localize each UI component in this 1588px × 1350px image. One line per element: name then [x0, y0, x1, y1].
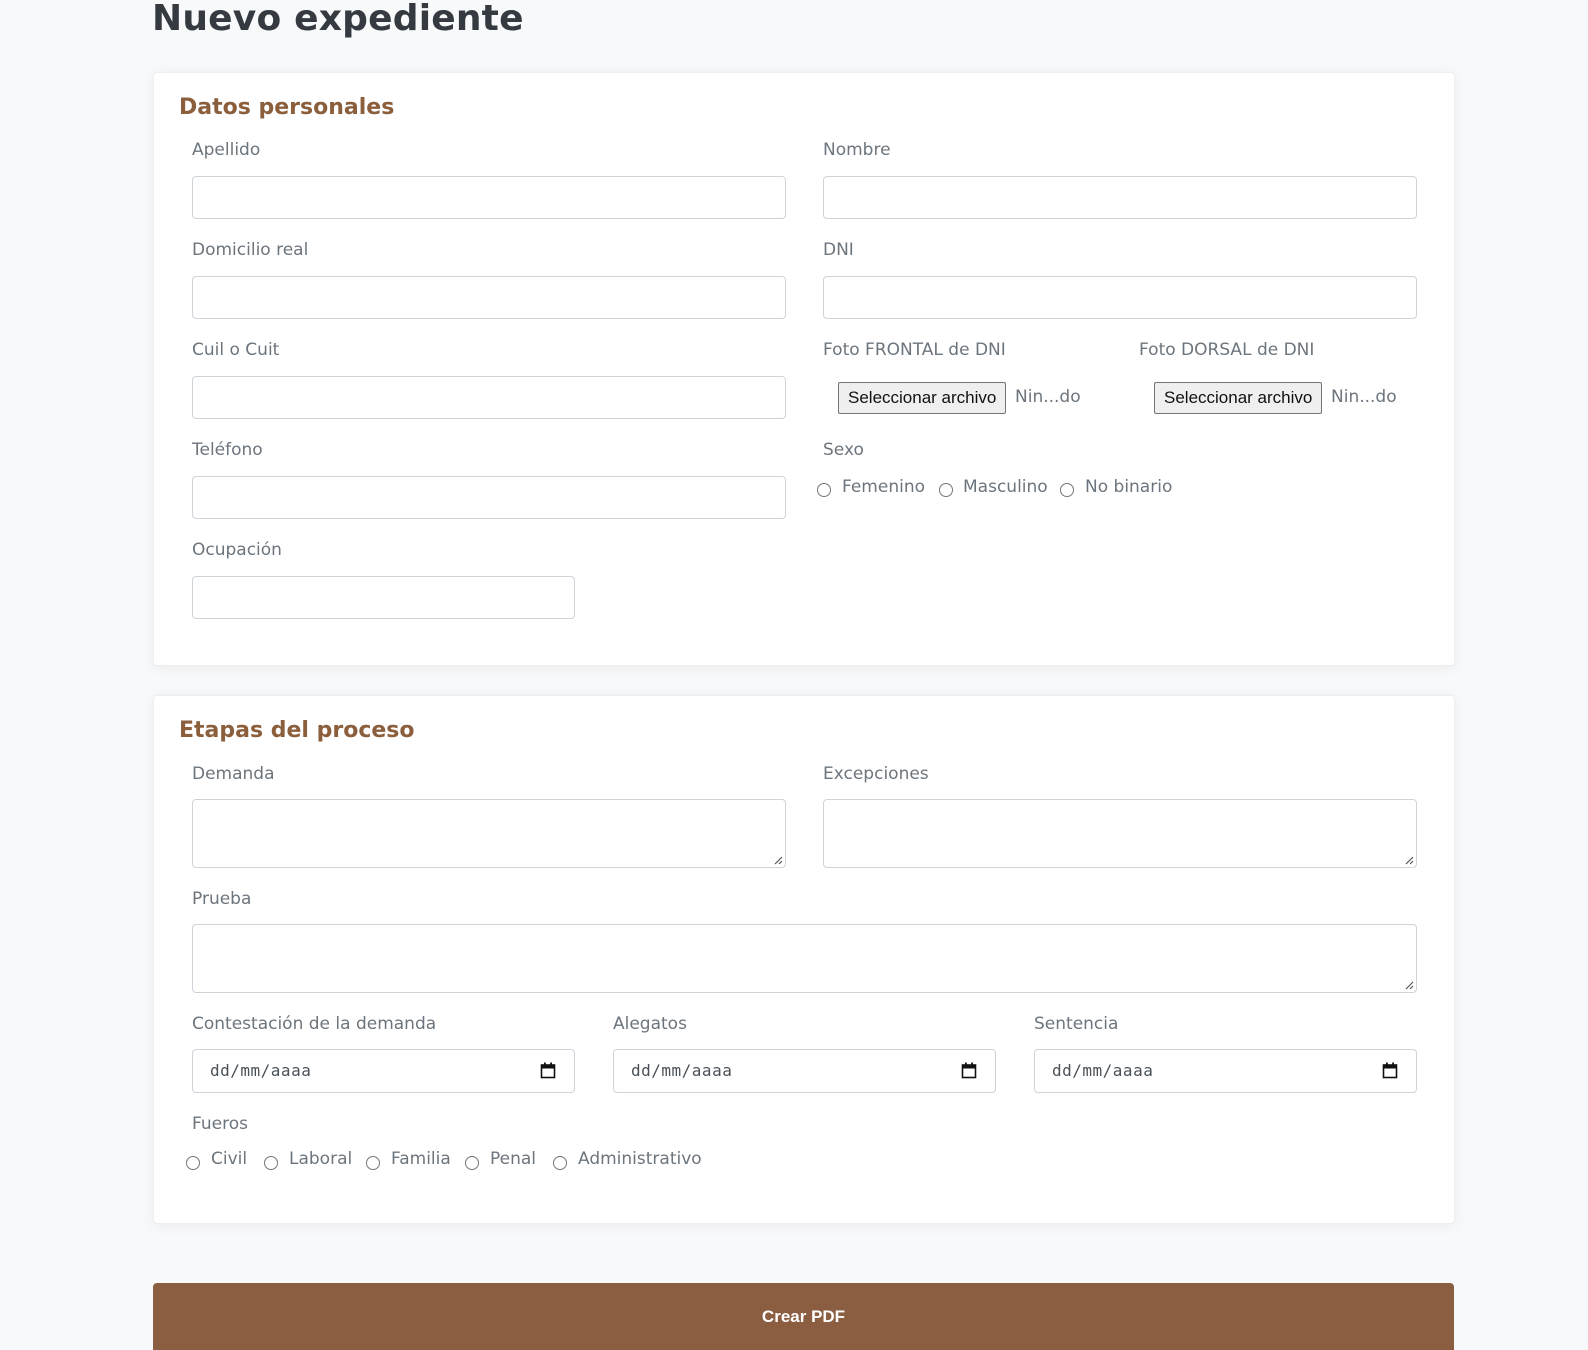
foto-dorsal-select-button[interactable]: Seleccionar archivo: [1154, 382, 1323, 414]
calendar-icon[interactable]: [540, 1062, 556, 1079]
sexo-no-binario-label: No binario: [1085, 477, 1173, 497]
prueba-label: Prueba: [192, 889, 252, 909]
apellido-label: Apellido: [192, 140, 261, 160]
fuero-familia-radio[interactable]: [366, 1156, 380, 1170]
resize-grip-icon[interactable]: [1404, 855, 1414, 865]
sexo-femenino-radio[interactable]: [817, 483, 831, 497]
calendar-icon[interactable]: [1382, 1062, 1398, 1079]
sexo-masculino-radio[interactable]: [939, 483, 953, 497]
process-stages-title: Etapas del proceso: [179, 718, 415, 743]
fuero-laboral-radio[interactable]: [264, 1156, 278, 1170]
alegatos-date-input[interactable]: dd/mm/aaaa: [613, 1049, 996, 1093]
ocupacion-input[interactable]: [192, 576, 575, 619]
telefono-label: Teléfono: [192, 440, 263, 460]
foto-frontal-label: Foto FRONTAL de DNI: [823, 340, 1006, 360]
cuil-label: Cuil o Cuit: [192, 340, 280, 360]
dni-label: DNI: [823, 240, 854, 260]
sentencia-date-input[interactable]: dd/mm/aaaa: [1034, 1049, 1417, 1093]
contestacion-date-placeholder: dd/mm/aaaa: [210, 1061, 312, 1080]
fuero-penal-label: Penal: [490, 1149, 537, 1169]
fuero-civil-label: Civil: [211, 1149, 248, 1169]
alegatos-label: Alegatos: [613, 1014, 687, 1034]
fuero-laboral-label: Laboral: [289, 1149, 353, 1169]
demanda-label: Demanda: [192, 764, 275, 784]
prueba-textarea[interactable]: [192, 924, 1417, 993]
cuil-input[interactable]: [192, 376, 786, 419]
fuero-administrativo-radio[interactable]: [553, 1156, 567, 1170]
personal-data-card: Datos personales Apellido Nombre Domicil…: [153, 72, 1455, 666]
excepciones-label: Excepciones: [823, 764, 929, 784]
contestacion-label: Contestación de la demanda: [192, 1014, 437, 1034]
resize-grip-icon[interactable]: [1404, 980, 1414, 990]
sentencia-label: Sentencia: [1034, 1014, 1119, 1034]
demanda-textarea[interactable]: [192, 799, 786, 868]
sentencia-date-placeholder: dd/mm/aaaa: [1052, 1061, 1154, 1080]
foto-frontal-status: Nin...do: [1015, 387, 1081, 407]
sexo-label: Sexo: [823, 440, 864, 460]
ocupacion-label: Ocupación: [192, 540, 282, 560]
fuero-penal-radio[interactable]: [465, 1156, 479, 1170]
process-stages-card: Etapas del proceso Demanda Excepciones P…: [153, 695, 1455, 1224]
excepciones-textarea[interactable]: [823, 799, 1417, 868]
fuero-familia-label: Familia: [391, 1149, 451, 1169]
nombre-label: Nombre: [823, 140, 891, 160]
page-title: Nuevo expediente: [152, 0, 524, 39]
foto-dorsal-label: Foto DORSAL de DNI: [1139, 340, 1315, 360]
crear-pdf-button[interactable]: Crear PDF: [153, 1283, 1454, 1350]
sexo-masculino-label: Masculino: [963, 477, 1048, 497]
alegatos-date-placeholder: dd/mm/aaaa: [631, 1061, 733, 1080]
dni-input[interactable]: [823, 276, 1417, 319]
fuero-administrativo-label: Administrativo: [578, 1149, 702, 1169]
sexo-femenino-label: Femenino: [842, 477, 925, 497]
foto-frontal-select-button[interactable]: Seleccionar archivo: [838, 382, 1007, 414]
domicilio-label: Domicilio real: [192, 240, 309, 260]
contestacion-date-input[interactable]: dd/mm/aaaa: [192, 1049, 575, 1093]
sexo-no-binario-radio[interactable]: [1060, 483, 1074, 497]
fuero-civil-radio[interactable]: [186, 1156, 200, 1170]
resize-grip-icon[interactable]: [773, 855, 783, 865]
calendar-icon[interactable]: [961, 1062, 977, 1079]
fueros-label: Fueros: [192, 1114, 248, 1134]
apellido-input[interactable]: [192, 176, 786, 219]
foto-dorsal-status: Nin...do: [1331, 387, 1397, 407]
telefono-input[interactable]: [192, 476, 786, 519]
personal-data-title: Datos personales: [179, 95, 395, 120]
domicilio-input[interactable]: [192, 276, 786, 319]
nombre-input[interactable]: [823, 176, 1417, 219]
